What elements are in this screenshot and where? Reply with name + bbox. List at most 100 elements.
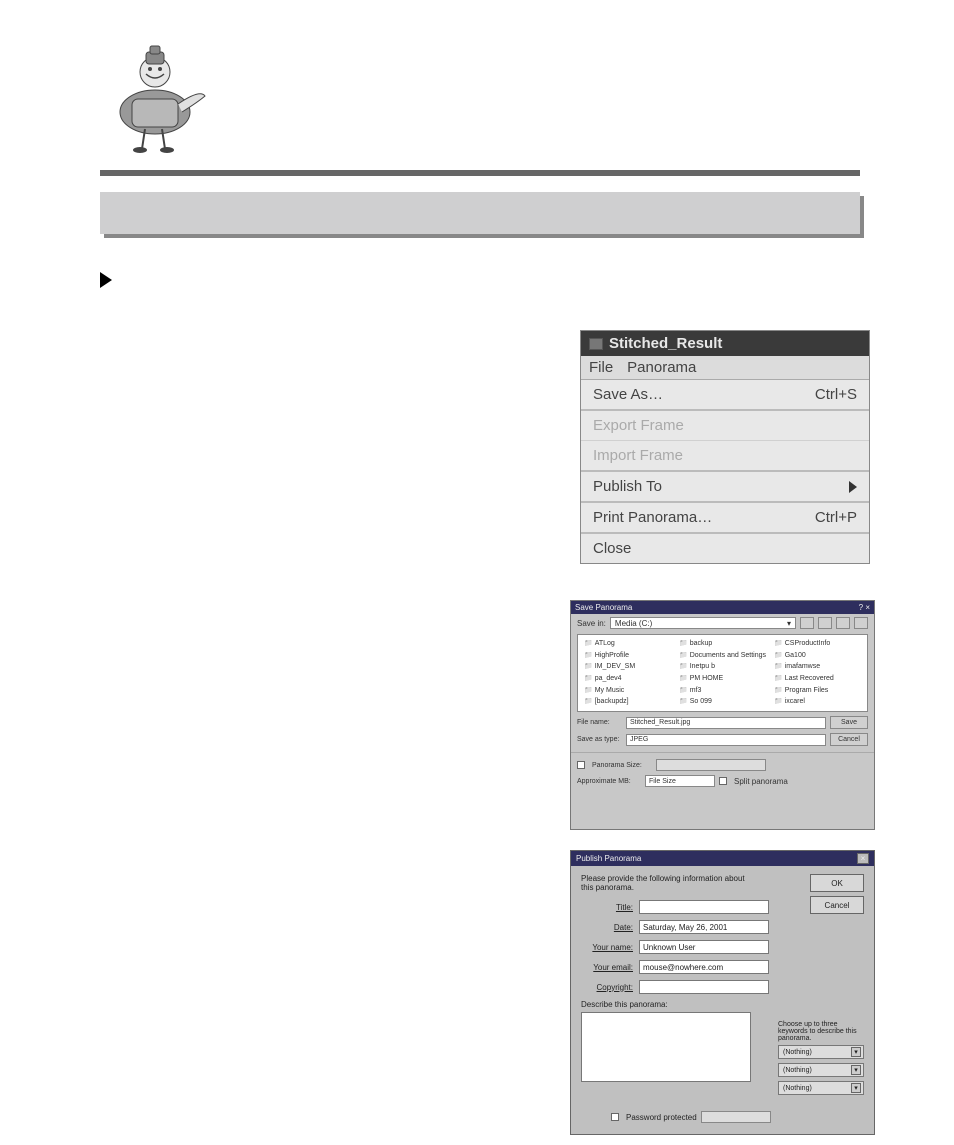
password-input[interactable] bbox=[701, 1111, 771, 1123]
keyword-value: (Nothing) bbox=[783, 1085, 812, 1092]
menu-item-close[interactable]: Close bbox=[581, 532, 869, 563]
keyword-select-1[interactable]: (Nothing) ▾ bbox=[778, 1045, 864, 1059]
up-folder-button[interactable] bbox=[800, 617, 814, 629]
split-label: Split panorama bbox=[734, 777, 788, 786]
save-in-combo[interactable]: Media (C:) ▾ bbox=[610, 617, 796, 629]
menu-file[interactable]: File bbox=[589, 359, 613, 376]
save-type-label: Save as type: bbox=[577, 736, 622, 743]
cancel-button[interactable]: Cancel bbox=[810, 896, 864, 914]
save-button[interactable]: Save bbox=[830, 716, 868, 729]
window-icon bbox=[589, 338, 603, 350]
folder-item[interactable]: imafamwse bbox=[774, 662, 861, 672]
menu-item-publish-to[interactable]: Publish To bbox=[581, 470, 869, 501]
cancel-button[interactable]: Cancel bbox=[830, 733, 868, 746]
view-list-button[interactable] bbox=[836, 617, 850, 629]
new-folder-button[interactable] bbox=[818, 617, 832, 629]
folder-item[interactable]: [backupdz] bbox=[584, 697, 671, 707]
name-value: Unknown User bbox=[643, 943, 695, 952]
menu-item-label: Close bbox=[593, 540, 631, 557]
folder-item[interactable]: My Music bbox=[584, 686, 671, 696]
date-label: Date: bbox=[581, 923, 633, 932]
folder-item[interactable]: ixcarel bbox=[774, 697, 861, 707]
name-input[interactable]: Unknown User bbox=[639, 940, 769, 954]
pano-size-checkbox[interactable] bbox=[577, 761, 585, 769]
folder-item[interactable]: mf3 bbox=[679, 686, 766, 696]
submenu-caret-icon bbox=[849, 481, 857, 493]
publish-dialog-titlebar: Publish Panorama × bbox=[571, 851, 874, 866]
menu-shortcut: Ctrl+P bbox=[815, 509, 857, 526]
menu-item-label: Print Panorama… bbox=[593, 509, 712, 526]
folder-item[interactable]: Inetpu b bbox=[679, 662, 766, 672]
approx-mb-value: File Size bbox=[649, 778, 676, 785]
keyword-select-3[interactable]: (Nothing) ▾ bbox=[778, 1081, 864, 1095]
describe-textarea[interactable] bbox=[581, 1012, 751, 1082]
folder-item[interactable]: HighProfile bbox=[584, 651, 671, 661]
title-input[interactable] bbox=[639, 900, 769, 914]
menu-item-save-as[interactable]: Save As… Ctrl+S bbox=[581, 380, 869, 409]
close-button[interactable]: × bbox=[857, 853, 869, 864]
folder-item[interactable]: backup bbox=[679, 639, 766, 649]
keyword-value: (Nothing) bbox=[783, 1049, 812, 1056]
folder-item[interactable]: pa_dev4 bbox=[584, 674, 671, 684]
keyword-value: (Nothing) bbox=[783, 1067, 812, 1074]
dialog-title: Publish Panorama bbox=[576, 854, 641, 863]
menu-item-label: Export Frame bbox=[593, 417, 684, 434]
split-checkbox[interactable] bbox=[719, 777, 727, 785]
copyright-input[interactable] bbox=[639, 980, 769, 994]
describe-label: Describe this panorama: bbox=[581, 1000, 864, 1009]
date-value: Saturday, May 26, 2001 bbox=[643, 923, 727, 932]
folder-item[interactable]: Documents and Settings bbox=[679, 651, 766, 661]
file-name-input[interactable]: Stitched_Result.jpg bbox=[626, 717, 826, 729]
window-titlebar: Stitched_Result bbox=[581, 331, 869, 356]
save-type-value: JPEG bbox=[630, 736, 648, 743]
dialog-controls[interactable]: ? × bbox=[859, 603, 870, 612]
folder-item[interactable]: So 099 bbox=[679, 697, 766, 707]
menu-panorama[interactable]: Panorama bbox=[627, 359, 696, 376]
password-checkbox[interactable] bbox=[611, 1113, 619, 1121]
publish-dialog-screenshot: Publish Panorama × Please provide the fo… bbox=[570, 850, 875, 1135]
folder-item[interactable]: Program Files bbox=[774, 686, 861, 696]
dialog-title: Save Panorama bbox=[575, 603, 632, 612]
folder-item[interactable]: Ga100 bbox=[774, 651, 861, 661]
date-input[interactable]: Saturday, May 26, 2001 bbox=[639, 920, 769, 934]
section-heading-bar bbox=[100, 192, 860, 234]
menu-item-import-frame: Import Frame bbox=[581, 440, 869, 470]
folder-item[interactable]: Last Recovered bbox=[774, 674, 861, 684]
password-label: Password protected bbox=[626, 1113, 697, 1122]
view-details-button[interactable] bbox=[854, 617, 868, 629]
pano-size-value bbox=[656, 759, 766, 771]
file-name-value: Stitched_Result.jpg bbox=[630, 719, 690, 726]
menu-item-label: Import Frame bbox=[593, 447, 683, 464]
folder-item[interactable]: PM HOME bbox=[679, 674, 766, 684]
folder-item[interactable]: CSProductInfo bbox=[774, 639, 861, 649]
title-label: Title: bbox=[581, 903, 633, 912]
folder-item[interactable]: ATLog bbox=[584, 639, 671, 649]
dropdown-caret-icon: ▾ bbox=[851, 1065, 861, 1075]
email-input[interactable]: mouse@nowhere.com bbox=[639, 960, 769, 974]
save-dialog-titlebar: Save Panorama ? × bbox=[571, 601, 874, 614]
dropdown-caret-icon: ▾ bbox=[851, 1047, 861, 1057]
window-title: Stitched_Result bbox=[609, 335, 722, 352]
dropdown-caret-icon: ▾ bbox=[851, 1083, 861, 1093]
name-label: Your name: bbox=[581, 943, 633, 952]
bullet-triangle bbox=[100, 272, 112, 288]
save-type-combo[interactable]: JPEG bbox=[626, 734, 826, 746]
mascot-illustration bbox=[110, 34, 220, 154]
save-dialog-screenshot: Save Panorama ? × Save in: Media (C:) ▾ … bbox=[570, 600, 875, 830]
dialog-intro-text: Please provide the following information… bbox=[581, 874, 751, 892]
keyword-select-2[interactable]: (Nothing) ▾ bbox=[778, 1063, 864, 1077]
save-in-label: Save in: bbox=[577, 619, 606, 628]
file-name-label: File name: bbox=[577, 719, 622, 726]
email-value: mouse@nowhere.com bbox=[643, 963, 723, 972]
menu-item-print-panorama[interactable]: Print Panorama… Ctrl+P bbox=[581, 501, 869, 532]
ok-button[interactable]: OK bbox=[810, 874, 864, 892]
menu-item-export-frame: Export Frame bbox=[581, 409, 869, 440]
save-in-value: Media (C:) bbox=[615, 619, 652, 628]
pano-size-label: Panorama Size: bbox=[592, 762, 652, 769]
keywords-hint: Choose up to three keywords to describe … bbox=[778, 1021, 864, 1042]
folder-item[interactable]: IM_DEV_SM bbox=[584, 662, 671, 672]
approx-mb-combo[interactable]: File Size bbox=[645, 775, 715, 787]
file-menu-screenshot: Stitched_Result File Panorama Save As… C… bbox=[580, 330, 870, 564]
file-list[interactable]: ATLog backup CSProductInfo HighProfile Docum… bbox=[577, 634, 868, 712]
menu-item-label: Publish To bbox=[593, 478, 662, 495]
